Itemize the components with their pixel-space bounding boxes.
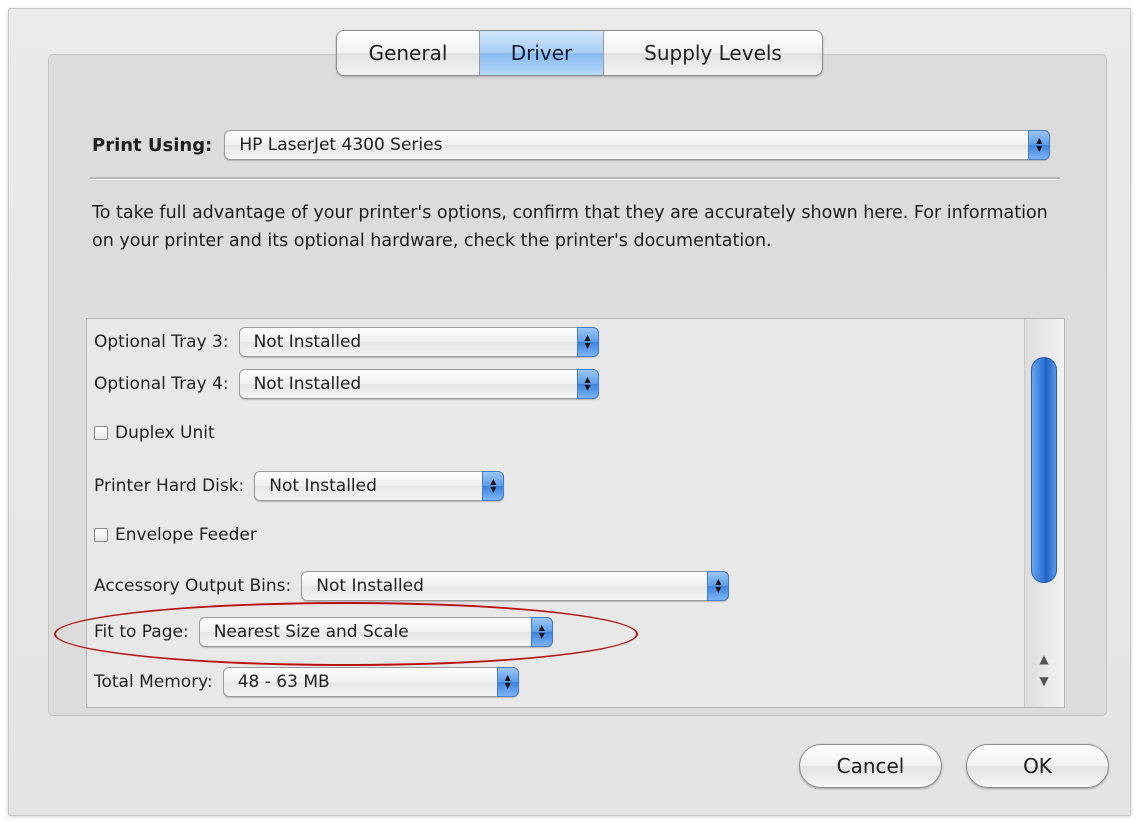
popup-arrows-icon: ▲ ▼ [496,667,519,697]
tray3-label: Optional Tray 3: [94,332,229,352]
option-hard-disk-row: Printer Hard Disk: Not Installed ▲ ▼ [94,471,505,501]
print-using-popup[interactable]: HP LaserJet 4300 Series ▲ ▼ [224,130,1051,160]
print-using-label: Print Using: [92,134,213,156]
option-tray4-row: Optional Tray 4: Not Installed ▲ ▼ [94,369,599,399]
print-using-value: HP LaserJet 4300 Series [239,135,443,155]
option-output-bins-row: Accessory Output Bins: Not Installed ▲ ▼ [94,571,730,601]
memory-popup[interactable]: 48 - 63 MB ▲ ▼ [222,667,519,697]
memory-label: Total Memory: [94,672,213,692]
tab-supply-levels[interactable]: Supply Levels [604,31,822,75]
cancel-button[interactable]: Cancel [799,744,942,788]
popup-arrows-icon: ▲ ▼ [707,571,730,601]
envelope-checkbox[interactable] [94,528,108,542]
tray4-popup[interactable]: Not Installed ▲ ▼ [238,369,599,399]
ok-button[interactable]: OK [966,744,1109,788]
tab-bar: General Driver Supply Levels [336,30,823,76]
highlight-annotation-oval [54,602,638,666]
tab-driver[interactable]: Driver [480,31,604,75]
option-tray3-row: Optional Tray 3: Not Installed ▲ ▼ [94,327,599,357]
popup-arrows-icon: ▲ ▼ [576,327,599,357]
hard-disk-label: Printer Hard Disk: [94,476,245,496]
output-bins-label: Accessory Output Bins: [94,576,292,596]
tray4-label: Optional Tray 4: [94,374,229,394]
tray3-value: Not Installed [253,332,362,352]
hard-disk-value: Not Installed [269,476,377,496]
memory-value: 48 - 63 MB [237,672,330,692]
tray3-popup[interactable]: Not Installed ▲ ▼ [238,327,599,357]
scroll-down-arrow-icon[interactable]: ▼ [1033,671,1055,691]
separator [90,177,1060,180]
info-text: To take full advantage of your printer's… [92,203,1048,251]
popup-arrows-icon: ▲ ▼ [482,471,505,501]
envelope-label[interactable]: Envelope Feeder [115,525,257,545]
hard-disk-popup[interactable]: Not Installed ▲ ▼ [254,471,505,501]
option-memory-row: Total Memory: 48 - 63 MB ▲ ▼ [94,667,519,697]
scrollbar-thumb[interactable] [1031,357,1057,583]
option-envelope-row: Envelope Feeder [94,525,257,545]
tab-general[interactable]: General [337,31,480,75]
vertical-scrollbar[interactable]: ▲ ▼ [1024,319,1064,707]
popup-arrows-icon: ▲ ▼ [1028,130,1051,160]
option-duplex-row: Duplex Unit [94,423,215,443]
popup-arrows-icon: ▲ ▼ [576,369,599,399]
duplex-checkbox[interactable] [94,426,108,440]
duplex-label[interactable]: Duplex Unit [115,423,215,443]
output-bins-value: Not Installed [316,576,424,596]
tray4-value: Not Installed [253,374,362,394]
scroll-up-arrow-icon[interactable]: ▲ [1033,649,1055,669]
output-bins-popup[interactable]: Not Installed ▲ ▼ [301,571,730,601]
print-using-row: Print Using: HP LaserJet 4300 Series ▲ ▼ [92,130,1051,160]
